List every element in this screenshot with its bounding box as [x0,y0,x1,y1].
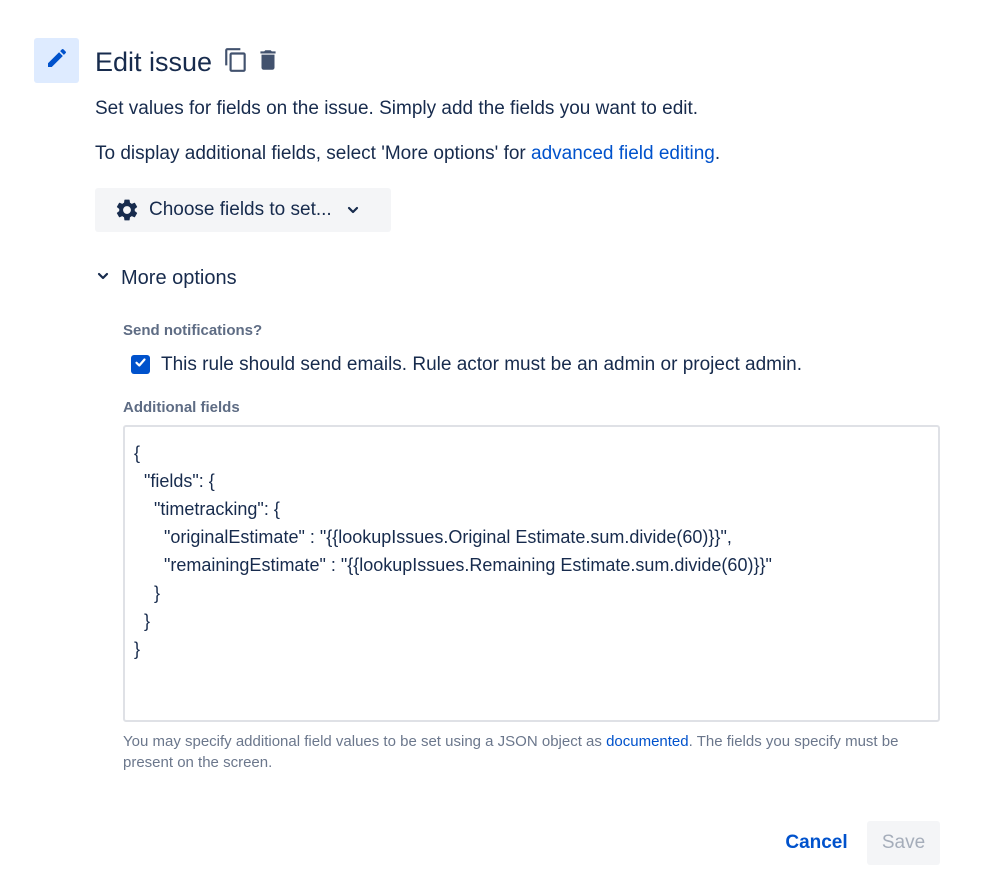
documented-link[interactable]: documented [606,733,689,750]
additional-fields-help: You may specify additional field values … [123,731,923,773]
page-title: Edit issue [95,47,213,77]
json-line: "timetracking": { [134,499,280,519]
advanced-field-editing-link[interactable]: advanced field editing [531,143,715,164]
save-button[interactable]: Save [867,821,940,865]
choose-fields-label: Choose fields to set... [149,199,332,220]
description-period: . [714,143,721,164]
json-line: "remainingEstimate" : "{{lookupIssues.Re… [134,555,772,575]
description-line-1: Set values for fields on the issue. Simp… [95,98,699,119]
gear-icon [114,197,140,223]
edit-issue-tile [34,38,79,83]
chevron-down-icon [346,203,360,217]
send-emails-checkbox[interactable] [131,355,150,374]
help-text: You may specify additional field values … [123,733,607,750]
description-line-2: To display additional fields, select 'Mo… [95,142,720,166]
copy-icon[interactable] [223,47,249,73]
json-line: } [134,611,151,631]
json-line: "originalEstimate" : "{{lookupIssues.Ori… [134,527,732,547]
json-line: } [134,583,161,603]
trash-icon[interactable] [255,47,281,73]
chevron-down-icon [95,268,111,289]
more-options-toggle[interactable]: More options [95,264,237,292]
cancel-button[interactable]: Cancel [775,821,858,865]
choose-fields-button[interactable]: Choose fields to set... [95,188,391,232]
checkmark-icon [134,356,147,374]
pencil-icon [45,46,69,75]
additional-fields-label: Additional fields [123,399,240,416]
json-line: { [134,443,141,463]
description-text: To display additional fields, select 'Mo… [95,143,532,164]
more-options-label: More options [121,266,237,289]
json-line: "fields": { [134,471,215,491]
additional-fields-textarea[interactable]: { "fields": { "timetracking": { "origina… [123,425,940,722]
json-line: } [134,639,141,659]
send-emails-checkbox-label[interactable]: This rule should send emails. Rule actor… [161,353,802,377]
send-notifications-label: Send notifications? [123,322,263,339]
